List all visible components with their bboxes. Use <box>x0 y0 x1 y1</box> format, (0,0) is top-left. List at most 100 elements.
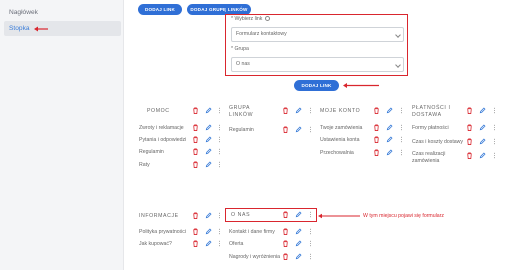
pencil-icon[interactable] <box>205 107 212 114</box>
pencil-icon[interactable] <box>295 240 302 247</box>
pencil-icon[interactable] <box>205 136 212 143</box>
link-item: Przechowalnia <box>320 150 354 156</box>
trash-icon[interactable] <box>282 107 289 114</box>
trash-icon[interactable] <box>282 211 289 218</box>
pencil-icon[interactable] <box>205 212 212 219</box>
link-item: Czas i koszty dostawy <box>412 139 464 145</box>
drag-handle-icon[interactable] <box>398 124 405 131</box>
trash-icon[interactable] <box>373 124 380 131</box>
trash-icon[interactable] <box>282 126 289 133</box>
group-title-informacje: INFORMACJE <box>139 213 179 219</box>
sidebar-item-stopka[interactable]: Stopka <box>4 21 121 36</box>
drag-handle-icon[interactable] <box>216 107 223 114</box>
trash-icon[interactable] <box>282 253 289 260</box>
group-field-label: * Grupa <box>231 46 249 52</box>
trash-icon[interactable] <box>466 107 473 114</box>
pencil-icon[interactable] <box>205 240 212 247</box>
trash-icon[interactable] <box>373 107 380 114</box>
drag-handle-icon[interactable] <box>216 124 223 131</box>
trash-icon[interactable] <box>192 240 199 247</box>
trash-icon[interactable] <box>466 152 473 159</box>
sidebar: Nagłówek Stopka <box>0 0 124 270</box>
drag-handle-icon[interactable] <box>491 152 498 159</box>
pencil-icon[interactable] <box>205 161 212 168</box>
trash-icon[interactable] <box>192 212 199 219</box>
pencil-icon[interactable] <box>295 253 302 260</box>
group-title-pomoc: POMOC <box>147 108 170 114</box>
drag-handle-icon[interactable] <box>216 161 223 168</box>
trash-icon[interactable] <box>192 148 199 155</box>
link-item: Nagrody i wyróżnienia <box>229 254 281 260</box>
pencil-icon[interactable] <box>479 152 486 159</box>
pencil-icon[interactable] <box>295 107 302 114</box>
drag-handle-icon[interactable] <box>216 136 223 143</box>
sidebar-item-naglowek[interactable]: Nagłówek <box>4 5 121 20</box>
drag-handle-icon[interactable] <box>216 212 223 219</box>
annotation-text: W tym miejscu pojawi się formularz <box>363 213 444 219</box>
pencil-icon[interactable] <box>205 148 212 155</box>
pencil-icon[interactable] <box>205 228 212 235</box>
chevron-down-icon <box>395 62 401 68</box>
pencil-icon[interactable] <box>386 107 393 114</box>
pencil-icon[interactable] <box>479 138 486 145</box>
sidebar-item-label: Nagłówek <box>9 9 38 16</box>
add-link-button[interactable]: DODAJ LINK <box>138 4 182 15</box>
drag-handle-icon[interactable] <box>398 149 405 156</box>
trash-icon[interactable] <box>282 228 289 235</box>
link-item: Zwroty i reklamacje <box>139 125 184 131</box>
trash-icon[interactable] <box>192 136 199 143</box>
trash-icon[interactable] <box>192 124 199 131</box>
drag-handle-icon[interactable] <box>491 107 498 114</box>
pencil-icon[interactable] <box>386 124 393 131</box>
drag-handle-icon[interactable] <box>491 124 498 131</box>
group-title-grupa-linkow: GRUPA LINKÓW <box>229 105 254 118</box>
drag-handle-icon[interactable] <box>307 228 314 235</box>
trash-icon[interactable] <box>192 107 199 114</box>
group-select[interactable]: O nas <box>231 57 404 72</box>
drag-handle-icon[interactable] <box>216 228 223 235</box>
chevron-down-icon <box>395 32 401 38</box>
link-item: Twoje zamówienia <box>320 125 363 131</box>
trash-icon[interactable] <box>373 149 380 156</box>
trash-icon[interactable] <box>466 124 473 131</box>
pencil-icon[interactable] <box>295 126 302 133</box>
red-arrow-icon <box>34 26 48 32</box>
link-item: Czas realizacji zamówienia <box>412 151 446 164</box>
red-arrow-icon <box>318 213 360 219</box>
drag-handle-icon[interactable] <box>307 211 314 218</box>
submit-add-link-button[interactable]: DODAJ LINK <box>294 80 339 91</box>
trash-icon[interactable] <box>282 240 289 247</box>
pencil-icon[interactable] <box>295 211 302 218</box>
pencil-icon[interactable] <box>386 136 393 143</box>
group-title-moje-konto: MOJE KONTO <box>320 108 361 114</box>
drag-handle-icon[interactable] <box>307 240 314 247</box>
trash-icon[interactable] <box>466 138 473 145</box>
link-item: Jak kupować? <box>139 241 172 247</box>
link-item: Ustawienia konta <box>320 137 360 143</box>
trash-icon[interactable] <box>373 136 380 143</box>
drag-handle-icon[interactable] <box>307 126 314 133</box>
drag-handle-icon[interactable] <box>216 148 223 155</box>
link-select[interactable]: Formularz kontaktowy <box>231 27 404 42</box>
link-item: Pytania i odpowiedzi <box>139 137 187 143</box>
pencil-icon[interactable] <box>295 228 302 235</box>
trash-icon[interactable] <box>192 161 199 168</box>
link-item: Oferta <box>229 241 244 247</box>
link-item: Formy płatności <box>412 125 449 131</box>
drag-handle-icon[interactable] <box>491 138 498 145</box>
pencil-icon[interactable] <box>479 124 486 131</box>
drag-handle-icon[interactable] <box>216 240 223 247</box>
drag-handle-icon[interactable] <box>307 253 314 260</box>
group-title-platnosci-i-dostawa: PŁATNOŚCI I DOSTAWA <box>412 105 451 118</box>
pencil-icon[interactable] <box>386 149 393 156</box>
info-icon <box>264 16 270 22</box>
drag-handle-icon[interactable] <box>307 107 314 114</box>
pencil-icon[interactable] <box>479 107 486 114</box>
pencil-icon[interactable] <box>205 124 212 131</box>
trash-icon[interactable] <box>192 228 199 235</box>
drag-handle-icon[interactable] <box>398 136 405 143</box>
link-item: Polityka prywatności <box>139 229 186 235</box>
link-field-label: * Wybierz link <box>231 16 270 22</box>
drag-handle-icon[interactable] <box>398 107 405 114</box>
group-title-o-nas: O NAS <box>231 212 251 218</box>
